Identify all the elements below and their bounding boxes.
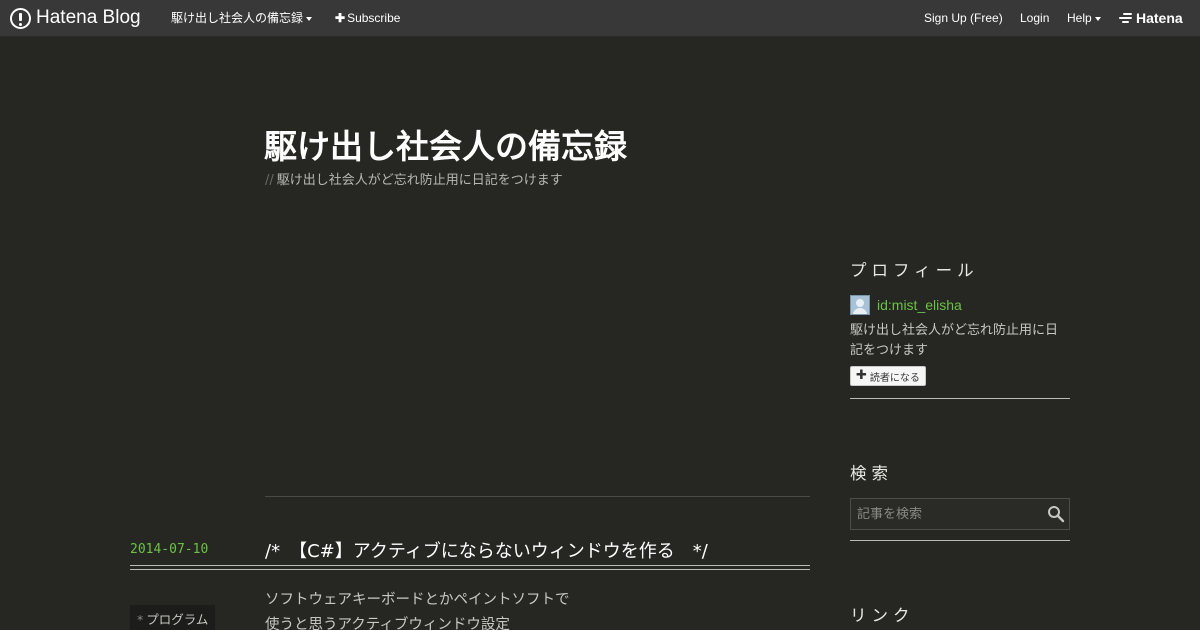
caret-down-icon bbox=[1094, 16, 1101, 21]
category-prefix: * bbox=[137, 612, 144, 627]
hatena-brand-link[interactable]: Hatena bbox=[1118, 10, 1183, 26]
search-icon[interactable] bbox=[1047, 505, 1065, 523]
reader-button-label: 読者になる bbox=[869, 372, 920, 384]
entry-title[interactable]: /* 【C#】アクティブにならないウィンドウを作る */ bbox=[265, 537, 708, 563]
entry-category-tag[interactable]: * プログラム bbox=[130, 605, 216, 630]
blog-description: //駆け出し社会人がど忘れ防止用に日記をつけます bbox=[265, 169, 563, 188]
blog-title[interactable]: 駆け出し社会人の備忘録 bbox=[264, 120, 627, 168]
help-label: Help bbox=[1067, 11, 1092, 25]
hatena-blog-logo-icon bbox=[10, 7, 31, 29]
subscribe-reader-button[interactable]: ✚ 読者になる bbox=[850, 366, 926, 386]
profile-id-link[interactable]: id:mist_elisha bbox=[877, 297, 962, 313]
caret-down-icon bbox=[306, 16, 313, 21]
description-text: 駆け出し社会人がど忘れ防止用に日記をつけます bbox=[276, 173, 563, 188]
profile-description: 駆け出し社会人がど忘れ防止用に日記をつけます bbox=[850, 323, 1059, 358]
entry-body-line: 使うと思うアクティブウィンドウ設定 bbox=[265, 617, 510, 630]
blog-menu-label: 駆け出し社会人の備忘録 bbox=[171, 11, 304, 25]
entry-divider bbox=[265, 496, 810, 497]
help-dropdown[interactable]: Help bbox=[1067, 11, 1101, 25]
hatena-wing-icon bbox=[1118, 12, 1134, 24]
entry-title-rule bbox=[130, 565, 810, 570]
avatar-icon[interactable] bbox=[850, 295, 870, 315]
entry-body: ソフトウェアキーボードとかペイントソフトで 使うと思うアクティブウィンドウ設定 bbox=[265, 588, 810, 630]
profile-user[interactable]: id:mist_elisha bbox=[850, 295, 962, 315]
search-input[interactable] bbox=[851, 499, 1039, 529]
search-divider bbox=[850, 540, 1070, 541]
hatena-brand-text: Hatena bbox=[1136, 10, 1183, 26]
entry-date[interactable]: 2014-07-10 bbox=[130, 542, 208, 557]
plus-icon: ✚ bbox=[856, 368, 867, 383]
search-heading: 検索 bbox=[850, 464, 893, 483]
entry-body-line: ソフトウェアキーボードとかペイントソフトで bbox=[265, 592, 570, 608]
blog-menu-dropdown[interactable]: 駆け出し社会人の備忘録 bbox=[171, 11, 313, 25]
search-box bbox=[850, 498, 1070, 530]
subscribe-button[interactable]: ✚ Subscribe bbox=[335, 11, 400, 25]
links-heading: リンク bbox=[850, 606, 915, 625]
description-prefix: // bbox=[265, 173, 274, 188]
global-header: Hatena Blog 駆け出し社会人の備忘録 ✚ Subscribe Sign … bbox=[0, 0, 1200, 37]
signup-link[interactable]: Sign Up (Free) bbox=[924, 11, 1003, 25]
hatena-blog-logo[interactable]: Hatena Blog bbox=[10, 7, 141, 29]
profile-heading: プロフィール bbox=[850, 261, 979, 280]
profile-divider bbox=[850, 398, 1070, 399]
login-link[interactable]: Login bbox=[1020, 11, 1049, 25]
category-label: プログラム bbox=[146, 612, 209, 627]
hatena-blog-logo-text: Hatena Blog bbox=[36, 7, 141, 28]
subscribe-label: Subscribe bbox=[347, 11, 401, 25]
plus-icon: ✚ bbox=[335, 11, 346, 25]
